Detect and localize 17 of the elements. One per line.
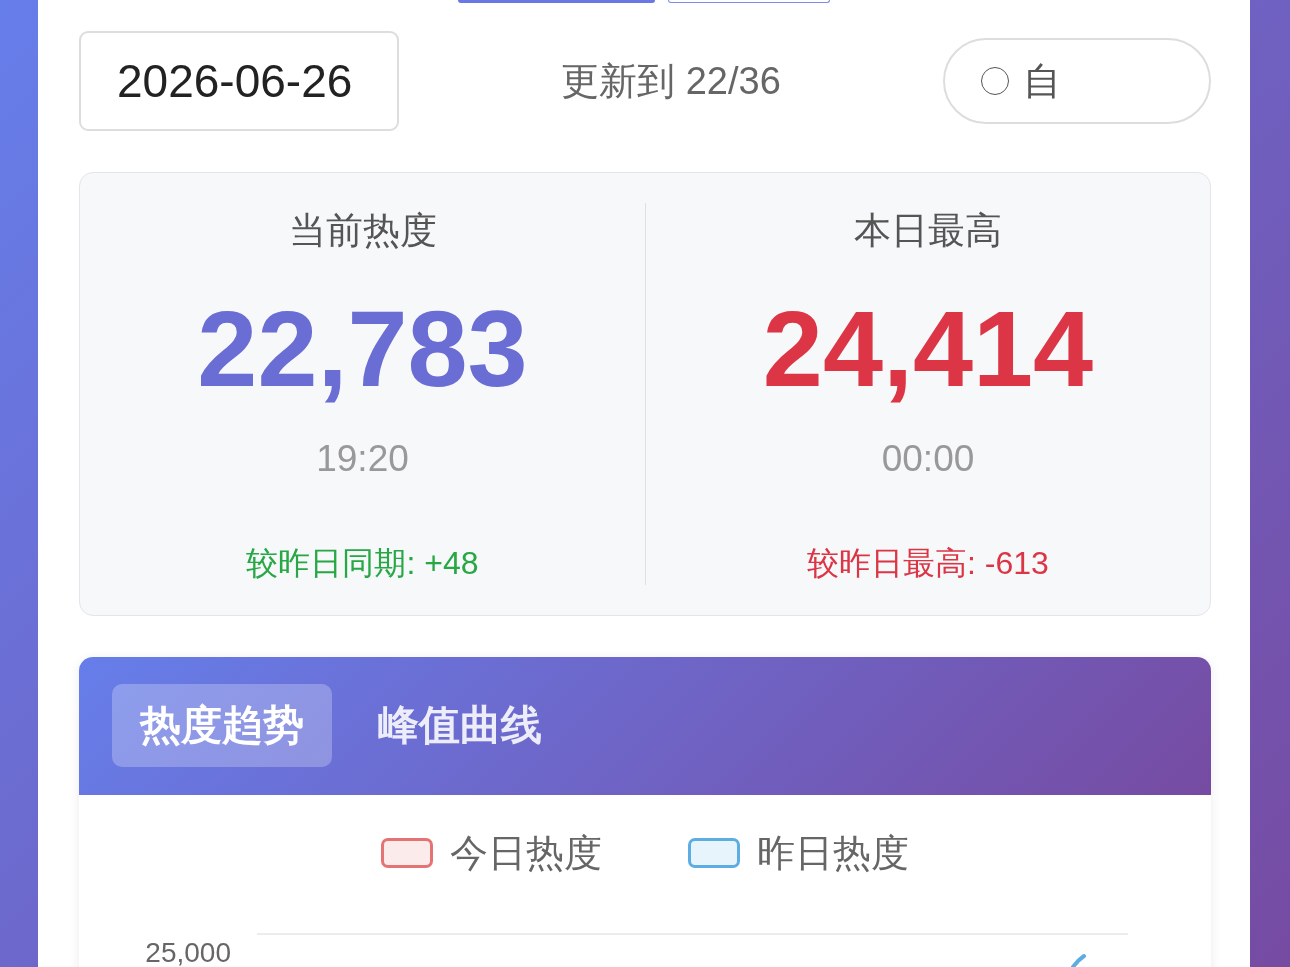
date-field[interactable]: 2026-06-26 bbox=[79, 31, 399, 131]
update-status: 更新到 22/36 bbox=[561, 58, 781, 104]
stat-label: 本日最高 bbox=[854, 209, 1002, 253]
stat-value: 22,783 bbox=[197, 289, 528, 409]
radio-option[interactable]: 自 bbox=[943, 38, 1211, 124]
chart-tab[interactable]: 峰值曲线 bbox=[350, 684, 570, 767]
view-toggle-button[interactable] bbox=[458, 0, 655, 3]
axis-label: 25,000 bbox=[145, 939, 231, 967]
legend-label: 昨日热度 bbox=[757, 831, 909, 875]
comparison-text: 较昨日同期: +48 bbox=[246, 544, 479, 583]
stat-value: 24,414 bbox=[762, 289, 1094, 409]
stat-time: 19:20 bbox=[316, 437, 409, 481]
view-toggle-button[interactable] bbox=[668, 0, 830, 3]
stat-label: 当前热度 bbox=[288, 209, 437, 253]
legend-label: 今日热度 bbox=[450, 831, 602, 875]
stat-time: 00:00 bbox=[881, 437, 975, 481]
comparison-text: 较昨日最高: -613 bbox=[807, 544, 1049, 583]
